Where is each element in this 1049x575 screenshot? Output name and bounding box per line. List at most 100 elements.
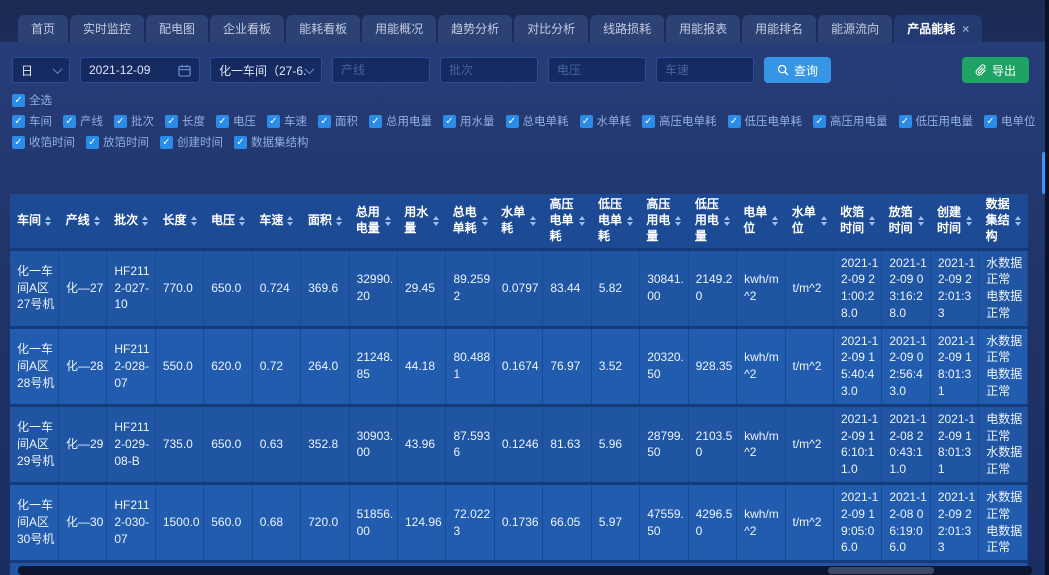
period-select[interactable]: 日 xyxy=(12,57,70,83)
table-cell: t/m^2 xyxy=(785,405,833,483)
column-checkbox[interactable]: ✓ 放箔时间 xyxy=(86,134,149,150)
right-edge-strip xyxy=(1045,0,1049,575)
batch-input[interactable] xyxy=(440,57,538,83)
column-header[interactable]: 车间 xyxy=(10,194,58,249)
column-checkbox[interactable]: ✓ 电压 xyxy=(216,113,256,129)
column-checkbox[interactable]: ✓ 收箔时间 xyxy=(12,134,75,150)
table-row[interactable]: 化一车间A区28号机化—28HF2112-028-07550.0620.00.7… xyxy=(10,327,1028,405)
table-cell: 43.96 xyxy=(398,405,446,483)
checkbox-checked-icon: ✓ xyxy=(160,136,173,149)
tab-label: 首页 xyxy=(31,20,55,37)
select-all-checkbox[interactable]: ✓ 全选 xyxy=(12,92,52,108)
column-checkbox[interactable]: ✓ 长度 xyxy=(165,113,205,129)
sort-icon xyxy=(94,216,100,226)
column-header-label: 电单位 xyxy=(743,205,768,236)
column-checkbox[interactable]: ✓ 数据集结构 xyxy=(234,134,309,150)
tab[interactable]: 产品能耗 × xyxy=(894,15,982,42)
sort-icon xyxy=(142,216,148,226)
checkbox-checked-icon: ✓ xyxy=(318,115,331,128)
table-cell: 928.35 xyxy=(688,327,736,405)
table-row[interactable]: 化一车间A区29号机化—29HF2112-029-08-B735.0650.00… xyxy=(10,405,1028,483)
tab[interactable]: 用能报表 xyxy=(666,15,740,42)
column-checkbox[interactable]: ✓ 低压电单耗 xyxy=(728,113,803,129)
column-checkbox[interactable]: ✓ 高压用电量 xyxy=(813,113,888,129)
column-checkbox[interactable]: ✓ 总电单耗 xyxy=(506,113,569,129)
column-checkbox[interactable]: ✓ 高压电单耗 xyxy=(642,113,717,129)
column-header-label: 电压 xyxy=(211,213,235,229)
checkbox-checked-icon: ✓ xyxy=(234,136,247,149)
column-checkbox[interactable]: ✓ 面积 xyxy=(318,113,358,129)
checkbox-label: 总用电量 xyxy=(386,113,432,129)
column-checkbox[interactable]: ✓ 水单耗 xyxy=(580,113,632,129)
column-header[interactable]: 高压用电量 xyxy=(640,194,688,249)
column-header[interactable]: 用水量 xyxy=(398,194,446,249)
column-checkbox[interactable]: ✓ 低压用电量 xyxy=(899,113,974,129)
checkbox-checked-icon: ✓ xyxy=(12,136,25,149)
column-checkbox[interactable]: ✓ 产线 xyxy=(63,113,103,129)
column-header[interactable]: 创建时间 xyxy=(930,194,978,249)
column-header[interactable]: 低压用电量 xyxy=(688,194,736,249)
tab[interactable]: 对比分析 xyxy=(514,15,588,42)
column-checkbox[interactable]: ✓ 电单位 xyxy=(984,113,1036,129)
tab[interactable]: 能耗看板 xyxy=(286,15,360,42)
column-header[interactable]: 产线 xyxy=(58,194,106,249)
column-header[interactable]: 水单位 xyxy=(785,194,833,249)
tab[interactable]: 用能排名 xyxy=(742,15,816,42)
checkbox-label: 低压电单耗 xyxy=(745,113,803,129)
checkbox-checked-icon: ✓ xyxy=(216,115,229,128)
column-header[interactable]: 电压 xyxy=(204,194,252,249)
table-cell: 化—30 xyxy=(58,484,106,562)
table-cell: 水数据正常 电数据正常 xyxy=(979,249,1028,327)
tab-label: 用能排名 xyxy=(755,20,803,37)
table-cell: 770.0 xyxy=(155,249,203,327)
column-checkbox[interactable]: ✓ 批次 xyxy=(114,113,154,129)
checkbox-label: 总电单耗 xyxy=(523,113,569,129)
table-row[interactable]: 化一车间A区27号机化—27HF2112-027-10770.0650.00.7… xyxy=(10,249,1028,327)
column-checkbox[interactable]: ✓ 车速 xyxy=(267,113,307,129)
tab[interactable]: 企业看板 xyxy=(210,15,284,42)
checkbox-label: 电压 xyxy=(233,113,256,129)
table-cell: 66.05 xyxy=(543,484,591,562)
column-header[interactable]: 车速 xyxy=(252,194,300,249)
horizontal-scrollbar-thumb[interactable] xyxy=(828,567,934,574)
table-row[interactable]: 化一车间A区30号机化—30HF2112-030-071500.0560.00.… xyxy=(10,484,1028,562)
checkbox-checked-icon: ✓ xyxy=(63,115,76,128)
column-checkbox[interactable]: ✓ 用水量 xyxy=(443,113,495,129)
line-input[interactable] xyxy=(332,57,430,83)
column-header[interactable]: 收箔时间 xyxy=(833,194,881,249)
column-header[interactable]: 长度 xyxy=(155,194,203,249)
column-checkbox[interactable]: ✓ 总用电量 xyxy=(369,113,432,129)
column-header[interactable]: 面积 xyxy=(301,194,349,249)
tab[interactable]: 线路损耗 xyxy=(590,15,664,42)
column-header[interactable]: 数据集结构 xyxy=(979,194,1028,249)
tab[interactable]: 趋势分析 xyxy=(438,15,512,42)
close-icon[interactable]: × xyxy=(962,22,969,36)
checkbox-label: 低压用电量 xyxy=(916,113,974,129)
tab[interactable]: 用能概况 xyxy=(362,15,436,42)
period-select-value: 日 xyxy=(21,62,33,79)
workshop-select[interactable]: 化一车间（27-6... xyxy=(210,57,322,83)
column-header[interactable]: 水单耗 xyxy=(494,194,542,249)
column-checkbox[interactable]: ✓ 创建时间 xyxy=(160,134,223,150)
voltage-input[interactable] xyxy=(548,57,646,83)
date-picker[interactable]: 2021-12-09 xyxy=(80,57,200,83)
column-checkbox[interactable]: ✓ 车间 xyxy=(12,113,52,129)
export-button[interactable]: 导出 xyxy=(962,57,1029,83)
speed-input[interactable] xyxy=(656,57,754,83)
column-header[interactable]: 总用电量 xyxy=(349,194,397,249)
column-header[interactable]: 批次 xyxy=(107,194,155,249)
column-header-label: 长度 xyxy=(163,213,187,229)
table-cell: 89.2592 xyxy=(446,249,494,327)
column-header[interactable]: 总电单耗 xyxy=(446,194,494,249)
column-header[interactable]: 放箔时间 xyxy=(882,194,930,249)
tab[interactable]: 实时监控 xyxy=(70,15,144,42)
tab[interactable]: 能源流向 xyxy=(818,15,892,42)
horizontal-scrollbar[interactable] xyxy=(18,566,1032,575)
tab[interactable]: 配电图 xyxy=(146,15,208,42)
tab[interactable]: 首页 xyxy=(18,15,68,42)
search-button[interactable]: 查询 xyxy=(764,57,831,83)
table-cell: 44.18 xyxy=(398,327,446,405)
column-header[interactable]: 低压电单耗 xyxy=(591,194,639,249)
column-header[interactable]: 高压电单耗 xyxy=(543,194,591,249)
column-header[interactable]: 电单位 xyxy=(737,194,785,249)
